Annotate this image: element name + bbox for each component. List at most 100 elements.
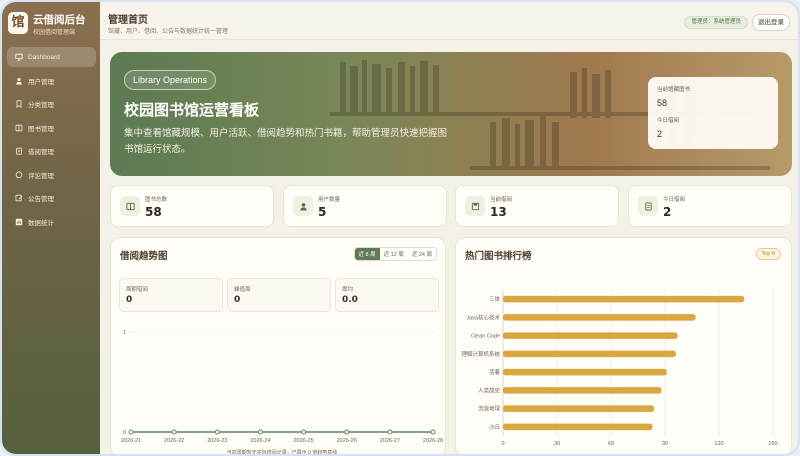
y-tick-label: 流浪地球 bbox=[478, 405, 501, 413]
y-tick-label: 三体 bbox=[489, 295, 501, 303]
hero-title: 校园图书馆运营看板 bbox=[124, 101, 260, 119]
bar bbox=[503, 350, 676, 358]
hero-banner: Library Operations 校园图书馆运营看板 集中查看馆藏规模、用户… bbox=[110, 52, 792, 176]
clipboard-icon bbox=[15, 147, 23, 155]
x-tick-label: 2026-28 bbox=[423, 438, 443, 444]
sidebar-item-label: 评论管理 bbox=[28, 172, 54, 180]
stat-value: 58 bbox=[145, 205, 162, 219]
x-tick-label: 150 bbox=[768, 441, 777, 447]
x-tick-label: 2026-23 bbox=[207, 438, 227, 444]
sidebar-item-label: 图书管理 bbox=[28, 125, 54, 133]
sidebar-item-label: Dashboard bbox=[28, 53, 60, 61]
data-point bbox=[344, 429, 350, 435]
sidebar-item-label: 借阅管理 bbox=[28, 149, 54, 156]
brand-subtitle: 校园借阅管理端 bbox=[33, 30, 76, 36]
edit-icon bbox=[15, 194, 23, 202]
data-point bbox=[171, 429, 177, 435]
x-tick-label: 0 bbox=[501, 441, 504, 447]
popular-books-chart: 0 30 60 90 120 150 三体 Java核心技术 Clean Code 理解计算机系统… bbox=[461, 290, 778, 447]
bar bbox=[503, 387, 662, 394]
y-tick-label: 1 bbox=[123, 330, 126, 336]
brand: 馆 云借阅后台 校园借阅管理端 bbox=[8, 10, 98, 40]
page-title: 管理首页 bbox=[108, 15, 148, 26]
x-tick-label: 2026-24 bbox=[250, 438, 270, 444]
y-tick-label: 人类简史 bbox=[478, 386, 501, 394]
x-tick-label: 2026-26 bbox=[337, 438, 357, 444]
hero-summary-card: 当前馆藏图书 58 今日借阅 2 bbox=[648, 77, 778, 149]
x-tick-label: 2026-22 bbox=[164, 438, 184, 444]
data-point bbox=[214, 429, 220, 435]
borrow-trend-chart: 0 1 2026-21 2026-22 2026-23 2026-24 2026-25 202… bbox=[121, 330, 443, 454]
stat-value: 13 bbox=[490, 205, 507, 219]
x-tick-label: 30 bbox=[554, 441, 560, 447]
user-icon bbox=[15, 77, 23, 85]
hero-card-label: 当前馆藏图书 bbox=[657, 87, 691, 93]
top-header: 管理首页 馆藏、用户、借阅、公告与数据统计统一管理 管理员：系统管理员 退出登录 bbox=[100, 2, 798, 40]
data-point bbox=[257, 429, 263, 435]
bookmark-icon bbox=[15, 100, 23, 108]
sidebar-item-dashboard[interactable]: Dashboard bbox=[7, 47, 96, 67]
data-point bbox=[387, 429, 393, 435]
sidebar-item-label: 公告管理 bbox=[28, 196, 54, 203]
bar bbox=[503, 405, 655, 412]
bar bbox=[503, 368, 667, 376]
popular-books-panel: 热门图书排行榜 Top 8 0 30 60 90 120 150 三体 Java核心技术 Cle… bbox=[455, 237, 792, 454]
sidebar: 馆 云借阅后台 校园借阅管理端 Dashboard 用户管理 分类管理 图书管理 bbox=[2, 2, 100, 454]
stat-label: 今日借阅 bbox=[663, 197, 686, 203]
y-tick-label: 沙丘 bbox=[489, 424, 501, 431]
y-tick-label: 0 bbox=[123, 430, 126, 436]
stat-label: 当前借阅 bbox=[490, 197, 513, 203]
bar bbox=[503, 295, 745, 303]
bar bbox=[503, 314, 696, 321]
x-tick-label: 60 bbox=[608, 441, 614, 447]
stat-card-books: 图书总数 58 bbox=[110, 185, 274, 227]
sidebar-item-label: 数据统计 bbox=[28, 219, 54, 227]
role-badge: 管理员：系统管理员 bbox=[684, 16, 748, 29]
hero-card-value: 58 bbox=[657, 98, 668, 108]
bar bbox=[503, 423, 653, 431]
borrow-trend-panel: 借阅趋势图 近 8 周 近 12 周 近 24 周 周期借阅 0 峰值周 0 周… bbox=[110, 237, 446, 454]
sidebar-item-books[interactable]: 图书管理 bbox=[7, 118, 96, 138]
data-point bbox=[301, 429, 307, 435]
x-tick-label: 2026-21 bbox=[121, 438, 141, 444]
stat-card-today-borrows: 今日借阅 2 bbox=[628, 185, 792, 227]
stat-label: 用户数量 bbox=[318, 197, 341, 203]
sidebar-item-users[interactable]: 用户管理 bbox=[7, 71, 96, 91]
y-tick-label: 活着 bbox=[489, 368, 501, 376]
stat-card-current-borrows: 当前借阅 13 bbox=[455, 185, 619, 227]
stat-value: 2 bbox=[663, 205, 672, 219]
logout-button[interactable]: 退出登录 bbox=[752, 14, 790, 31]
chart-icon bbox=[15, 218, 23, 226]
sidebar-item-borrowing[interactable]: 借阅管理 bbox=[7, 141, 96, 161]
sidebar-item-comments[interactable]: 评论管理 bbox=[7, 165, 96, 185]
app-window: 馆 云借阅后台 校园借阅管理端 Dashboard 用户管理 分类管理 图书管理 bbox=[2, 2, 798, 454]
data-point bbox=[128, 429, 134, 435]
x-tick-label: 90 bbox=[662, 441, 668, 447]
y-tick-label: 理解计算机系统 bbox=[461, 350, 500, 358]
y-tick-label: Java核心技术 bbox=[466, 313, 500, 321]
data-point bbox=[430, 429, 436, 435]
monitor-icon bbox=[15, 53, 23, 61]
sidebar-item-categories[interactable]: 分类管理 bbox=[7, 94, 96, 114]
stat-label: 图书总数 bbox=[145, 197, 168, 203]
x-tick-label: 2026-27 bbox=[380, 438, 400, 444]
brand-title: 云借阅后台 bbox=[33, 14, 86, 26]
sidebar-item-announcements[interactable]: 公告管理 bbox=[7, 188, 96, 208]
hero-description: 集中查看馆藏规模、用户活跃、借阅趋势和热门书籍，帮助管理员快速把握图书馆运行状态… bbox=[124, 128, 448, 155]
user-icon bbox=[293, 196, 313, 216]
x-tick-label: 120 bbox=[714, 441, 723, 447]
hero-card-label: 今日借阅 bbox=[657, 118, 680, 124]
sidebar-item-statistics[interactable]: 数据统计 bbox=[7, 212, 96, 232]
bar bbox=[503, 332, 678, 339]
y-tick-label: Clean Code bbox=[471, 334, 500, 340]
book-icon bbox=[120, 196, 140, 216]
document-icon bbox=[638, 196, 658, 216]
brand-logo: 馆 bbox=[8, 12, 28, 34]
x-tick-label: 2026-25 bbox=[293, 438, 313, 444]
hero-pill: Library Operations bbox=[124, 70, 217, 90]
book-icon bbox=[15, 124, 23, 132]
stat-value: 5 bbox=[318, 205, 327, 219]
sidebar-item-label: 用户管理 bbox=[28, 78, 54, 86]
comment-icon bbox=[15, 171, 23, 179]
hero-card-value: 2 bbox=[657, 129, 663, 139]
